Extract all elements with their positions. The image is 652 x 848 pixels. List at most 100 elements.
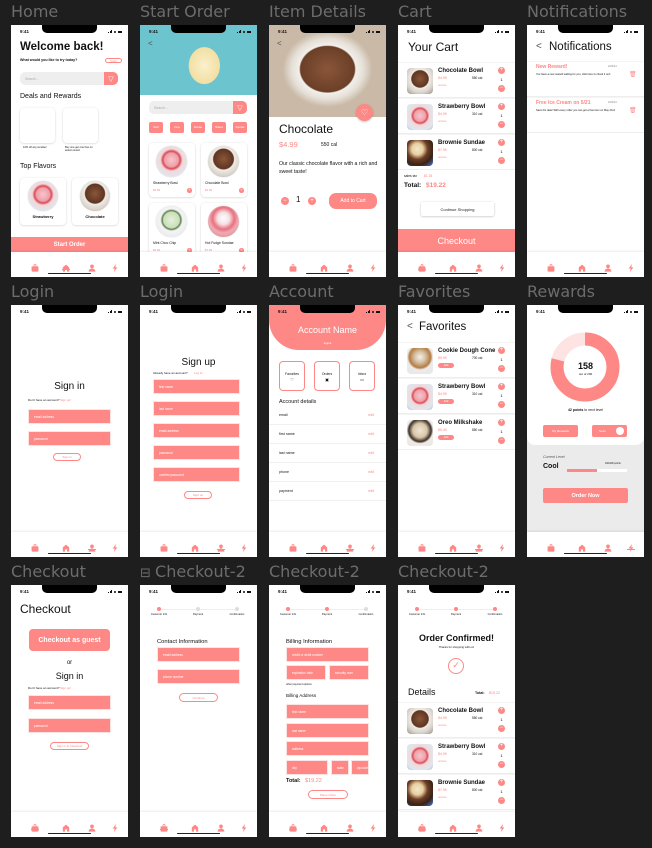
signup-link[interactable]: Sign up! <box>60 398 71 402</box>
list-item[interactable]: Chocolate Bowl $4.99 550 cal remove + 1 … <box>398 62 515 98</box>
user-icon[interactable] <box>88 259 96 272</box>
trash-icon[interactable]: 🗑︎ <box>629 108 637 115</box>
bag-icon[interactable] <box>160 259 168 272</box>
decrease-button[interactable]: − <box>498 797 505 804</box>
bag-icon[interactable] <box>289 539 297 552</box>
list-item[interactable]: Cookie Dough Cone $5.99 700 cal Add + 1 … <box>398 342 515 378</box>
edit-link[interactable]: edit <box>368 432 374 436</box>
signup-field[interactable]: email address <box>153 423 240 438</box>
user-icon[interactable] <box>346 819 354 832</box>
home-icon[interactable] <box>62 539 70 552</box>
login-link[interactable]: Log in! <box>194 371 203 375</box>
bolt-icon[interactable] <box>627 259 635 272</box>
filter-icon[interactable]: ▽ <box>104 72 118 85</box>
other-payment-link[interactable]: other payment options <box>286 683 312 687</box>
bag-icon[interactable] <box>547 259 555 272</box>
deal-image[interactable] <box>20 108 55 143</box>
state-field[interactable]: state <box>331 760 349 775</box>
increase-button[interactable]: + <box>308 197 316 205</box>
user-icon[interactable] <box>217 259 225 272</box>
home-icon[interactable] <box>191 819 199 832</box>
bolt-icon[interactable] <box>369 259 377 272</box>
bolt-icon[interactable] <box>369 539 377 552</box>
notification-item[interactable]: New Reward! 2/26/24 You have a new rewar… <box>527 61 644 97</box>
home-icon[interactable] <box>320 819 328 832</box>
bag-icon[interactable] <box>31 819 39 832</box>
remove-link[interactable]: remove <box>438 796 446 799</box>
heart-icon[interactable]: ♡ <box>356 104 373 121</box>
user-icon[interactable] <box>217 819 225 832</box>
decrease-button[interactable]: − <box>281 197 289 205</box>
bolt-icon[interactable] <box>111 539 119 552</box>
account-tile[interactable]: Orders ▣ <box>314 361 340 391</box>
remove-link[interactable]: remove <box>438 84 446 87</box>
expiration-field[interactable]: expiration date <box>286 665 326 680</box>
bolt-icon[interactable] <box>240 259 248 272</box>
checkout-button[interactable]: Checkout <box>398 229 515 253</box>
add-icon[interactable]: + <box>239 187 244 193</box>
bolt-icon[interactable] <box>369 819 377 832</box>
user-icon[interactable] <box>475 539 483 552</box>
bolt-icon[interactable] <box>240 539 248 552</box>
deal-image[interactable] <box>63 108 98 143</box>
city-field[interactable]: city <box>286 760 328 775</box>
bolt-icon[interactable] <box>498 819 506 832</box>
home-icon[interactable] <box>578 259 586 272</box>
bag-icon[interactable] <box>31 259 39 272</box>
edit-link[interactable]: edit <box>368 489 374 493</box>
zip-field[interactable]: zipcode <box>351 760 369 775</box>
add-icon[interactable]: + <box>187 187 192 193</box>
add-button[interactable]: Add <box>438 435 454 440</box>
list-item[interactable]: Strawberry Bowl $4.99 310 cal remove + 1… <box>398 98 515 134</box>
home-icon[interactable] <box>62 819 70 832</box>
place-order-button[interactable]: Place Order <box>308 790 348 799</box>
increase-button[interactable]: + <box>498 383 505 390</box>
edit-link[interactable]: edit <box>368 470 374 474</box>
bag-icon[interactable] <box>547 539 555 552</box>
bag-icon[interactable] <box>418 259 426 272</box>
home-icon[interactable] <box>62 259 70 272</box>
remove-link[interactable]: remove <box>438 156 446 159</box>
bag-icon[interactable] <box>160 539 168 552</box>
edit-link[interactable]: edit <box>368 413 374 417</box>
back-button[interactable]: < <box>148 39 153 48</box>
list-item[interactable]: Strawberry Bowl $4.99 310 cal remove + 1… <box>398 738 515 774</box>
flavor-card[interactable]: Strawberry <box>20 178 66 225</box>
bolt-icon[interactable] <box>627 539 635 552</box>
category-chip[interactable]: Shakes <box>212 122 226 133</box>
decrease-button[interactable]: − <box>498 437 505 444</box>
signup-field[interactable]: confirm password <box>153 467 240 482</box>
home-icon[interactable] <box>320 259 328 272</box>
signin-button[interactable]: Sign in <box>53 453 81 461</box>
product-card[interactable]: Mint Choc Chip $4.99 + <box>149 203 195 257</box>
increase-button[interactable]: + <box>498 139 505 146</box>
increase-button[interactable]: + <box>498 67 505 74</box>
flavor-card[interactable]: Chocolate <box>72 178 118 225</box>
password-field[interactable]: password <box>28 431 111 446</box>
remove-link[interactable]: remove <box>438 120 446 123</box>
start-order-button[interactable]: Start Order <box>11 237 128 253</box>
add-button[interactable]: Add <box>438 399 454 404</box>
home-icon[interactable] <box>578 539 586 552</box>
category-chip[interactable]: Cone <box>170 122 184 133</box>
email-field[interactable]: email address <box>28 409 111 424</box>
account-tile[interactable]: Inbox ▭ <box>349 361 375 391</box>
account-tile[interactable]: Favorites ♡ <box>279 361 305 391</box>
home-icon[interactable] <box>449 539 457 552</box>
bolt-icon[interactable] <box>111 819 119 832</box>
user-icon[interactable] <box>88 539 96 552</box>
home-icon[interactable] <box>191 539 199 552</box>
signup-link[interactable]: Sign up! <box>60 686 71 690</box>
email-field[interactable]: email address <box>157 647 240 662</box>
remove-link[interactable]: remove <box>438 724 446 727</box>
edit-link[interactable]: edit <box>368 451 374 455</box>
bag-icon[interactable] <box>418 819 426 832</box>
increase-button[interactable]: + <box>498 707 505 714</box>
user-icon[interactable] <box>604 539 612 552</box>
bolt-icon[interactable] <box>498 539 506 552</box>
decrease-button[interactable]: − <box>498 85 505 92</box>
last-name-field[interactable]: last name <box>286 723 369 738</box>
bolt-icon[interactable] <box>240 819 248 832</box>
phone-field[interactable]: phone number <box>157 669 240 684</box>
notification-item[interactable]: Free Ice Cream on 5/21 2/26/24 Save the … <box>527 97 644 133</box>
